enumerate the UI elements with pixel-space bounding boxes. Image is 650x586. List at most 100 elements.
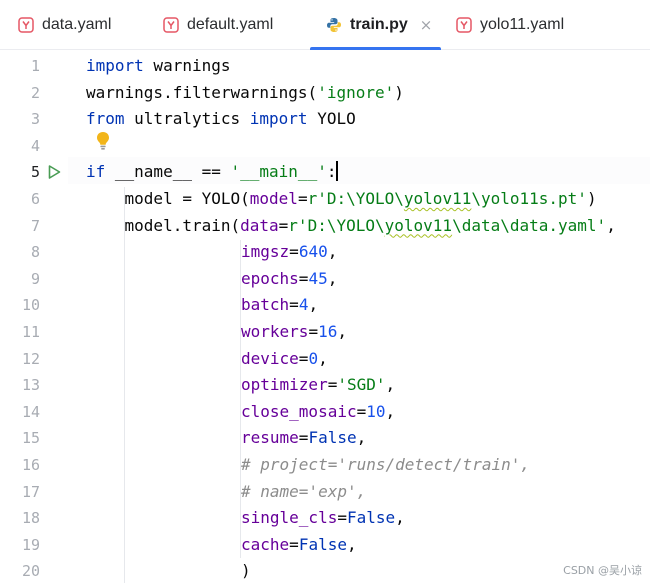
line-number: 1 — [30, 57, 40, 75]
keyword: import — [86, 56, 144, 75]
code-text: = — [289, 242, 299, 262]
lightbulb-icon[interactable] — [95, 131, 111, 151]
param-name: resume — [241, 428, 299, 448]
line-number: 5 — [30, 163, 40, 182]
param-name: workers — [241, 322, 309, 341]
editor-tab-bar: data.yaml default.yaml train.py × yolo11… — [0, 0, 650, 50]
code-text: warnings — [143, 56, 231, 75]
code-text: ) — [241, 561, 251, 581]
code-text: = — [297, 189, 308, 208]
code-text: warnings.filterwarnings( — [86, 82, 318, 102]
code-text: , — [606, 215, 616, 235]
code-line-17: # name='exp', — [241, 479, 366, 506]
tab-label: train.py — [350, 16, 408, 33]
line-number: 7 — [30, 216, 40, 235]
string-literal: r'D:\YOLO\ — [307, 189, 404, 208]
keyword: False — [298, 534, 347, 554]
yaml-file-icon — [18, 17, 34, 33]
param-name: single_cls — [241, 508, 338, 528]
code-line-10: batch=4, — [241, 292, 318, 319]
line-number: 20 — [21, 562, 40, 581]
string-literal: yolov11 — [403, 189, 472, 208]
param-name: close_mosaic — [241, 401, 357, 421]
tab-train-py[interactable]: train.py × — [310, 0, 441, 50]
code-line-16: # project='runs/detect/train', — [241, 452, 530, 479]
keyword: from — [86, 109, 125, 129]
line-number: 6 — [30, 190, 40, 208]
number-literal: 0 — [308, 348, 319, 368]
string-literal: \data\data.yaml' — [452, 215, 607, 235]
code-line-18: single_cls=False, — [241, 505, 405, 532]
tab-label: default.yaml — [187, 16, 274, 33]
param-name: optimizer — [241, 375, 328, 395]
tab-yolo11-yaml[interactable]: yolo11.yaml — [456, 0, 564, 50]
code-line-6: model = YOLO(model=r'D:\YOLO\yolov11\yol… — [86, 186, 597, 213]
line-number: 19 — [21, 535, 40, 554]
code-text: , — [308, 295, 319, 315]
code-text: , — [395, 508, 405, 528]
param-name: batch — [241, 295, 290, 315]
number-literal: 640 — [298, 242, 328, 262]
string-literal: \yolo11s.pt' — [471, 189, 587, 208]
code-text: , — [337, 322, 347, 341]
line-number: 10 — [21, 296, 40, 315]
code-text: ) — [394, 82, 404, 102]
tab-label: data.yaml — [42, 16, 112, 33]
tab-label: yolo11.yaml — [480, 16, 565, 33]
keyword: if — [86, 162, 106, 182]
code-text: ultralytics — [124, 109, 250, 129]
code-line-19: cache=False, — [241, 532, 357, 559]
param-name: epochs — [241, 268, 299, 288]
code-text: __name__ == — [105, 162, 231, 182]
line-number: 4 — [30, 136, 40, 155]
line-number: 2 — [30, 83, 40, 102]
code-text: = — [356, 401, 367, 421]
indent-guide — [124, 187, 125, 583]
param-name: imgsz — [241, 242, 290, 262]
code-text: : — [326, 162, 337, 182]
tab-default-yaml[interactable]: default.yaml — [163, 0, 273, 50]
code-line-15: resume=False, — [241, 425, 366, 452]
code-line-8: imgsz=640, — [241, 239, 337, 266]
comment: # project='runs/detect/train', — [241, 455, 530, 474]
tab-data-yaml[interactable]: data.yaml — [18, 0, 111, 50]
code-text: , — [385, 401, 396, 421]
line-number: 3 — [30, 110, 40, 129]
line-number: 18 — [21, 509, 40, 528]
code-line-11: workers=16, — [241, 319, 347, 346]
keyword: False — [346, 508, 396, 528]
code-text: = — [298, 428, 309, 448]
line-number: 17 — [21, 482, 40, 501]
code-line-7: model.train(data=r'D:\YOLO\yolov11\data\… — [86, 213, 616, 240]
code-line-9: epochs=45, — [241, 266, 337, 293]
number-literal: 45 — [308, 268, 328, 288]
yaml-file-icon — [456, 17, 472, 33]
code-line-3: from ultralytics import YOLO — [86, 106, 356, 133]
code-text: model.train( — [86, 215, 241, 235]
line-number: 13 — [21, 376, 40, 395]
keyword: False — [308, 428, 357, 448]
code-text: , — [356, 428, 367, 448]
keyword: import — [249, 109, 308, 129]
code-editor[interactable]: 1 2 3 4 5 6 7 8 9 10 11 12 13 14 15 16 1… — [0, 51, 650, 586]
run-icon[interactable] — [46, 164, 62, 180]
code-line-12: device=0, — [241, 346, 328, 373]
code-text: = — [278, 215, 289, 235]
code-line-14: close_mosaic=10, — [241, 399, 395, 426]
close-tab-icon[interactable]: × — [420, 17, 433, 33]
code-text: = — [337, 508, 347, 528]
line-number: 12 — [21, 349, 40, 368]
line-number: 16 — [21, 456, 40, 474]
watermark: CSDN @吴小谅 — [563, 564, 642, 577]
comment: # name='exp', — [241, 481, 367, 501]
code-line-13: optimizer='SGD', — [241, 372, 395, 399]
number-literal: 10 — [366, 401, 386, 421]
code-text: , — [318, 348, 328, 368]
line-number: 8 — [30, 243, 40, 262]
string-literal: yolov11 — [384, 215, 453, 235]
code-text: model = YOLO( — [86, 189, 250, 208]
line-number-gutter: 1 2 3 4 5 6 7 8 9 10 11 12 13 14 15 16 1… — [0, 51, 68, 586]
code-text: = — [308, 322, 319, 341]
string-literal: 'ignore' — [317, 82, 395, 102]
code-text: = — [289, 295, 299, 315]
